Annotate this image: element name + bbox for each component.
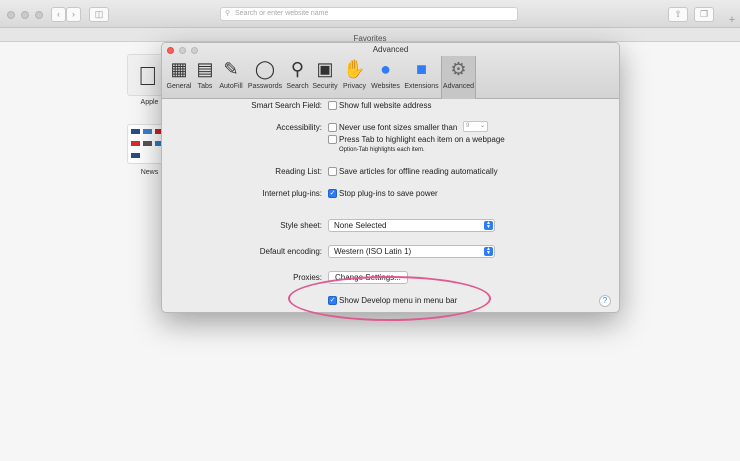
show-develop-menu-checkbox[interactable]: ✓ [328, 296, 337, 305]
news-thumb-icon [131, 129, 140, 134]
tab-label: Advanced [442, 83, 475, 90]
chevron-left-icon: ‹ [57, 9, 60, 19]
save-articles-checkbox[interactable] [328, 167, 337, 176]
min-font-size-select[interactable]: 9 ⌄ [463, 121, 488, 132]
tab-label: AutoFill [219, 83, 243, 90]
news-thumb-icon [143, 141, 152, 146]
apple-logo-icon:  [138, 61, 158, 92]
tab-label: General [166, 83, 192, 90]
min-font-size-value: 9 [466, 123, 470, 129]
default-encoding-label: Default encoding: [259, 247, 322, 256]
popup-stepper-icon: ▲ ▼ [484, 221, 493, 230]
show-full-address-checkbox[interactable] [328, 101, 337, 110]
preferences-title: Advanced [372, 45, 409, 54]
save-articles-label: Save articles for offline reading automa… [339, 167, 498, 176]
autofill-icon: ✎ [223, 59, 239, 79]
news-thumb-icon [131, 141, 140, 146]
tab-extensions[interactable]: ■ Extensions [403, 56, 440, 99]
tab-label: Search [286, 83, 309, 90]
general-icon: ▦ [170, 59, 188, 79]
new-tab-button[interactable]: + [726, 15, 738, 27]
tab-label: Privacy [343, 83, 366, 90]
show-full-address-label: Show full website address [339, 101, 432, 110]
tabs-overview-icon: ❐ [699, 9, 709, 19]
minimize-window-button[interactable] [21, 11, 29, 19]
search-icon: ⚲ [225, 10, 231, 17]
tab-label: Websites [371, 83, 400, 90]
preferences-window: Advanced ▦ General ▤ Tabs ✎ AutoFill ◯ P… [161, 42, 620, 313]
tab-websites[interactable]: ● Websites [369, 56, 402, 99]
search-icon: ⚲ [290, 59, 305, 79]
smart-search-label: Smart Search Field: [251, 101, 322, 110]
default-encoding-value: Western (ISO Latin 1) [334, 247, 412, 256]
show-develop-menu-label: Show Develop menu in menu bar [339, 296, 458, 305]
share-icon: ⇧ [674, 9, 682, 19]
gear-icon: ⚙ [450, 59, 467, 79]
preferences-toolbar: Advanced ▦ General ▤ Tabs ✎ AutoFill ◯ P… [162, 43, 619, 99]
hand-icon: ✋ [343, 59, 366, 79]
tab-search[interactable]: ⚲ Search [285, 56, 310, 99]
proxies-label: Proxies: [293, 273, 322, 282]
close-window-button[interactable] [7, 11, 15, 19]
extensions-icon: ■ [416, 59, 427, 79]
internet-plugins-label: Internet plug-ins: [262, 189, 322, 198]
address-bar[interactable]: ⚲ Search or enter website name [220, 7, 518, 21]
checkmark-icon: ✓ [329, 297, 336, 304]
never-font-size-label: Never use font sizes smaller than [339, 123, 458, 132]
share-button[interactable]: ⇧ [668, 7, 688, 22]
tab-label: Tabs [197, 83, 213, 90]
chevron-right-icon: › [72, 9, 75, 19]
tab-advanced[interactable]: ⚙ Advanced [441, 56, 476, 99]
reading-list-label: Reading List: [275, 167, 322, 176]
tab-label: Passwords [247, 83, 283, 90]
tab-autofill[interactable]: ✎ AutoFill [217, 56, 245, 99]
plus-icon: + [728, 14, 736, 26]
address-placeholder: Search or enter website name [235, 10, 329, 17]
tabs-icon: ▤ [196, 59, 214, 79]
stop-plugins-label: Stop plug-ins to save power [339, 189, 438, 198]
accessibility-label: Accessibility: [276, 123, 322, 132]
browser-toolbar: ‹ › ◫ ⚲ Search or enter website name ⇧ ❐… [0, 0, 740, 28]
sidebar-button[interactable]: ◫ [89, 7, 109, 22]
change-settings-button[interactable]: Change Settings... [328, 271, 408, 284]
globe-icon: ● [380, 59, 391, 79]
key-icon: ◯ [254, 59, 276, 79]
press-tab-checkbox[interactable] [328, 135, 337, 144]
tab-tabs[interactable]: ▤ Tabs [194, 56, 216, 99]
tab-label: Security [312, 83, 338, 90]
checkmark-icon: ✓ [329, 190, 336, 197]
back-button[interactable]: ‹ [51, 7, 66, 22]
popup-stepper-icon: ▲ ▼ [484, 247, 493, 256]
never-font-size-checkbox[interactable] [328, 123, 337, 132]
press-tab-label: Press Tab to highlight each item on a we… [339, 135, 505, 144]
default-encoding-popup[interactable]: Western (ISO Latin 1) ▲ ▼ [328, 245, 495, 258]
tab-passwords[interactable]: ◯ Passwords [246, 56, 284, 99]
tab-general[interactable]: ▦ General [165, 56, 193, 99]
sidebar-icon: ◫ [94, 9, 104, 19]
zoom-window-button[interactable] [35, 11, 43, 19]
tab-privacy[interactable]: ✋ Privacy [341, 56, 368, 99]
news-thumb-icon [143, 129, 152, 134]
chevron-down-icon: ⌄ [479, 123, 485, 129]
stop-plugins-checkbox[interactable]: ✓ [328, 189, 337, 198]
show-tabs-button[interactable]: ❐ [694, 7, 714, 22]
style-sheet-popup[interactable]: None Selected ▲ ▼ [328, 219, 495, 232]
style-sheet-label: Style sheet: [280, 221, 322, 230]
news-thumb-icon [131, 153, 140, 158]
tab-label: Extensions [404, 83, 439, 90]
help-button[interactable]: ? [599, 295, 611, 307]
lock-icon: ▣ [316, 59, 334, 79]
style-sheet-value: None Selected [334, 221, 387, 230]
tab-security[interactable]: ▣ Security [311, 56, 339, 99]
option-tab-hint: Option-Tab highlights each item. [339, 147, 425, 153]
forward-button[interactable]: › [66, 7, 81, 22]
